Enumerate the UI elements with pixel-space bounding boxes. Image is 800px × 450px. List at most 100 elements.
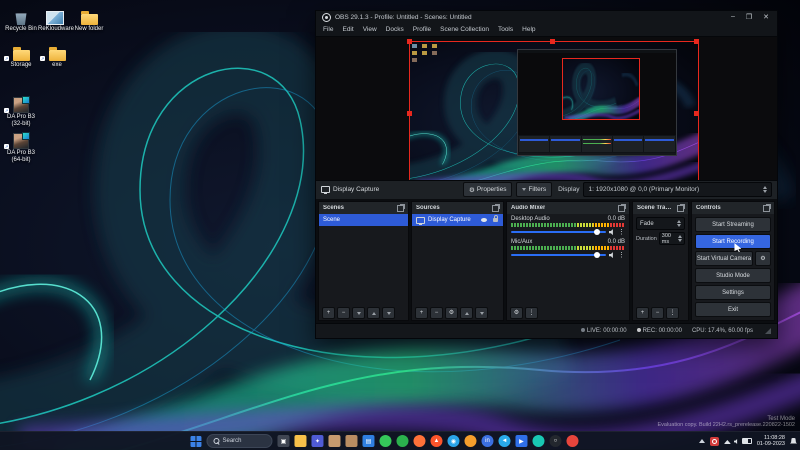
title-bar[interactable]: OBS 29.1.3 - Profile: Untitled - Scenes:… [316,11,777,24]
desktop-icon-da-pro-32[interactable]: DA Pro B3 (32-bit) [4,96,38,128]
minimize-button[interactable]: – [731,13,735,21]
taskbar-app-icon[interactable] [532,435,544,447]
battery-icon[interactable] [742,438,752,444]
start-recording-button[interactable]: Start Recording [695,234,771,249]
taskbar-app-icon[interactable] [379,435,391,447]
move-scene-down-button[interactable] [382,307,395,319]
source-properties-button[interactable]: ⚙ [445,307,458,319]
add-source-button[interactable]: + [415,307,428,319]
speaker-icon[interactable] [609,252,615,258]
channel-menu-button[interactable]: ⋮ [618,229,625,236]
remove-scene-button[interactable]: − [337,307,350,319]
menu-item[interactable]: Tools [498,26,513,33]
transform-handle-mid-right[interactable] [694,111,699,116]
notification-bell-icon[interactable] [790,438,797,445]
duration-spinbox[interactable]: 300 ms [659,232,685,245]
selected-source-chip[interactable]: Display Capture [321,186,459,193]
taskbar-app-icon[interactable]: ◄ [498,435,510,447]
transform-handle-top-center[interactable] [550,39,555,44]
transform-handle-top-left[interactable] [407,39,412,44]
obs-tray-icon[interactable] [710,437,719,446]
search-box[interactable]: Search [206,434,272,448]
display-select[interactable]: 1: 1920x1080 @ 0,0 (Primary Monitor) [583,182,772,197]
taskbar-app-icon[interactable] [566,435,578,447]
select-spinner[interactable] [759,186,767,193]
taskbar-app-icon[interactable] [328,435,340,447]
taskbar-app-icon[interactable]: ▲ [430,435,442,447]
speaker-icon[interactable] [609,229,615,235]
exit-button[interactable]: Exit [695,302,771,317]
volume-icon[interactable] [734,439,739,444]
desktop-icon-rekloudware[interactable]: ReKloudware [38,8,72,33]
volume-slider[interactable] [511,254,606,256]
menu-item[interactable]: Profile [413,26,431,33]
remove-transition-button[interactable]: − [651,307,664,319]
taskbar-app-icon[interactable] [413,435,425,447]
transition-select[interactable]: Fade [636,217,685,230]
image-file-icon [46,11,64,25]
filters-button[interactable]: Filters [516,182,552,197]
network-icon[interactable] [724,440,731,444]
taskbar-app-icon[interactable]: ▣ [277,435,289,447]
transition-menu-button[interactable]: ⋮ [666,307,679,319]
properties-button[interactable]: ⚙ Properties [463,182,512,197]
taskbar-app-icon[interactable]: ✦ [311,435,323,447]
resize-grip[interactable] [765,328,771,334]
tray-chevron-up-icon[interactable] [699,439,705,443]
menu-item[interactable]: Docks [386,26,404,33]
start-streaming-button[interactable]: Start Streaming [695,217,771,232]
menu-item[interactable]: Edit [342,26,353,33]
popout-icon[interactable] [492,205,499,212]
add-transition-button[interactable]: + [636,307,649,319]
settings-button[interactable]: Settings [695,285,771,300]
source-item[interactable]: Display Capture [412,214,503,226]
menu-item[interactable]: File [323,26,333,33]
channel-menu-button[interactable]: ⋮ [618,252,625,259]
mixer-menu-button[interactable]: ⋮ [525,307,538,319]
add-scene-button[interactable]: + [322,307,335,319]
system-icons[interactable] [724,438,752,444]
scene-item[interactable]: Scene [319,214,408,226]
preview-canvas[interactable] [316,37,777,180]
menu-item[interactable]: Scene Collection [440,26,489,33]
scene-filters-button[interactable] [352,307,365,319]
taskbar-app-icon[interactable] [345,435,357,447]
lock-icon[interactable] [493,218,498,222]
desktop-icon-storage[interactable]: Storage [4,44,38,69]
remove-source-button[interactable]: − [430,307,443,319]
menu-item[interactable]: View [363,26,377,33]
taskbar-app-icon[interactable] [294,435,306,447]
display-capture-preview[interactable] [409,41,699,180]
taskbar-clock[interactable]: 11:08:28 01-09-2023 [757,435,785,447]
maximize-button[interactable]: ❐ [746,13,752,21]
taskbar-app-icon[interactable]: ○ [549,435,561,447]
move-scene-up-button[interactable] [367,307,380,319]
menu-item[interactable]: Help [522,26,535,33]
advanced-audio-button[interactable]: ⚙ [510,307,523,319]
move-source-down-button[interactable] [475,307,488,319]
move-source-up-button[interactable] [460,307,473,319]
taskbar-app-icon[interactable]: ▶ [515,435,527,447]
desktop-icon-recycle-bin[interactable]: Recycle Bin [4,8,38,33]
close-button[interactable]: ✕ [763,13,769,21]
desktop-icon-exe[interactable]: exe [40,44,74,69]
popout-icon[interactable] [397,205,404,212]
taskbar-app-icon[interactable]: in [481,435,493,447]
desktop-icon-da-pro-64[interactable]: DA Pro B3 (64-bit) [4,132,38,164]
transform-handle-mid-left[interactable] [407,111,412,116]
volume-slider[interactable] [511,231,606,233]
transform-handle-top-right[interactable] [694,39,699,44]
taskbar-app-icon[interactable]: ▤ [362,435,374,447]
desktop-icon-new-folder[interactable]: New folder [72,8,106,33]
studio-mode-button[interactable]: Studio Mode [695,268,771,283]
virtual-camera-settings-button[interactable]: ⚙ [755,251,771,266]
start-virtual-camera-button[interactable]: Start Virtual Camera [695,251,753,266]
popout-icon[interactable] [677,205,684,212]
taskbar-app-icon[interactable] [464,435,476,447]
popout-icon[interactable] [763,205,770,212]
popout-icon[interactable] [618,205,625,212]
start-button[interactable] [190,436,201,447]
taskbar-app-icon[interactable]: ◉ [447,435,459,447]
visibility-eye-icon[interactable] [481,218,487,222]
taskbar-app-icon[interactable] [396,435,408,447]
